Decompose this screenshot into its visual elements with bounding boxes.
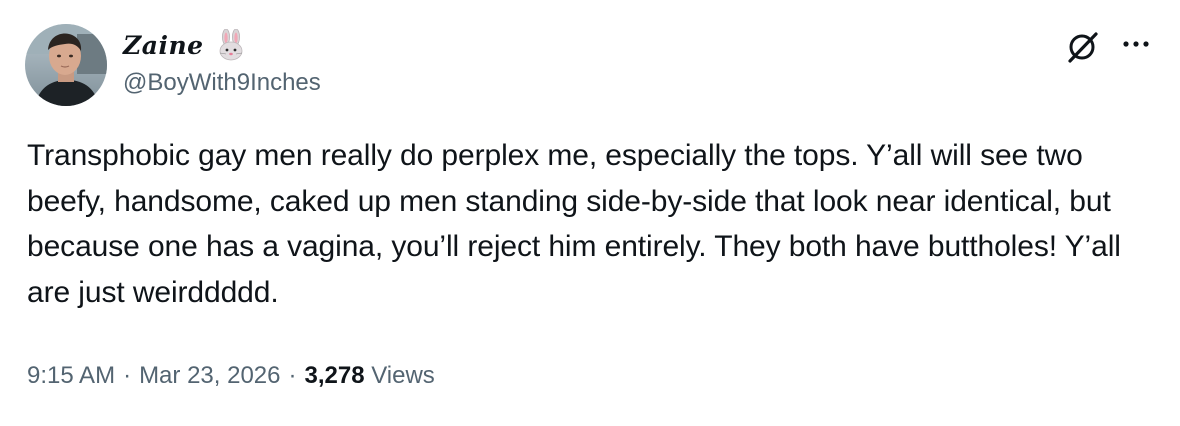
tweet-time[interactable]: 9:15 AM xyxy=(27,362,115,390)
views-label-spacer xyxy=(365,362,372,390)
author-display-name[interactable]: Zaine xyxy=(123,31,204,60)
more-options-icon[interactable] xyxy=(1118,30,1154,60)
rabbit-face-icon xyxy=(216,28,246,61)
views-label[interactable]: Views xyxy=(371,362,435,390)
meta-separator: · xyxy=(288,362,297,389)
tweet-text: Transphobic gay men really do perplex me… xyxy=(27,139,1130,309)
tweet-card: Zaine @BoyWith9Inches Transphobic gay me… xyxy=(0,0,1180,426)
author-name-row: Zaine xyxy=(123,28,246,62)
avatar[interactable] xyxy=(25,24,107,106)
meta-separator: · xyxy=(123,362,132,389)
avatar-photo xyxy=(25,24,107,106)
grok-icon[interactable] xyxy=(1066,30,1100,64)
views-count[interactable]: 3,278 xyxy=(304,362,364,390)
author-handle[interactable]: @BoyWith9Inches xyxy=(123,69,321,97)
tweet-date[interactable]: Mar 23, 2026 xyxy=(139,362,280,390)
tweet-meta: 9:15 AM · Mar 23, 2026 · 3,278 Views xyxy=(27,362,435,390)
